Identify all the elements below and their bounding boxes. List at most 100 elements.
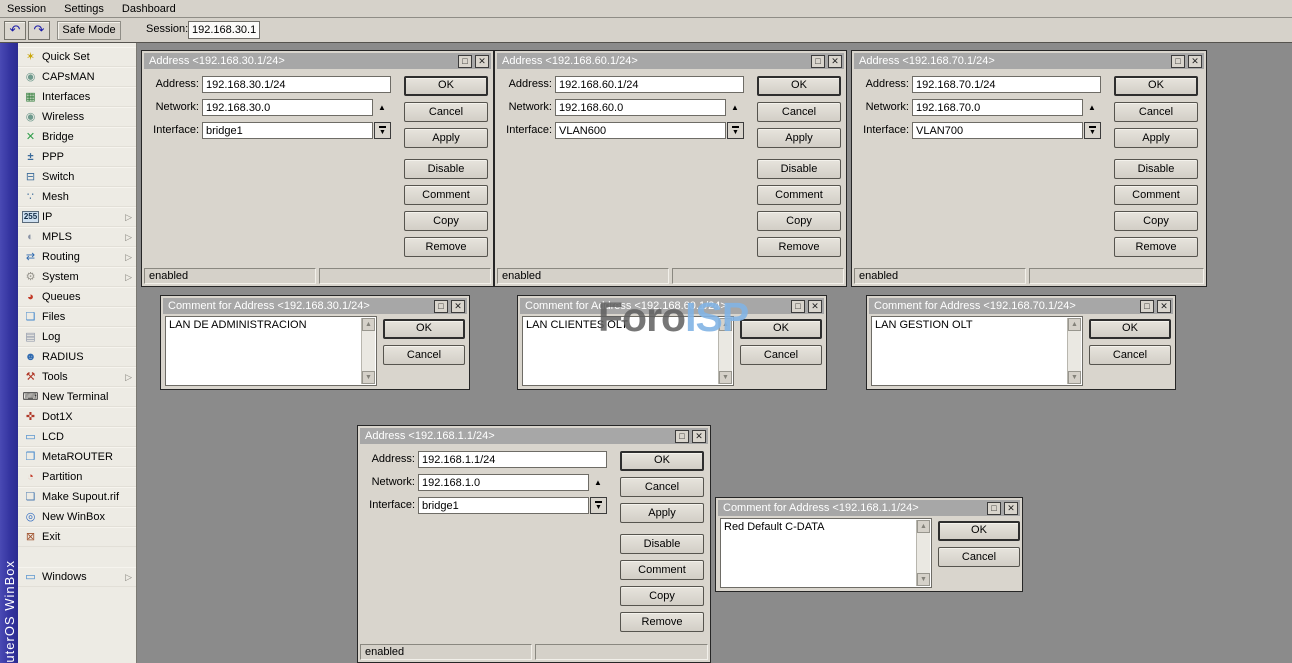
interface-input[interactable] (555, 122, 726, 139)
apply-button[interactable]: Apply (757, 128, 841, 148)
sidebar-item-make-supout-rif[interactable]: ❏Make Supout.rif (18, 487, 136, 507)
copy-button[interactable]: Copy (620, 586, 704, 606)
sidebar-item-quick-set[interactable]: ✶Quick Set (18, 47, 136, 67)
maximize-icon[interactable]: □ (675, 430, 689, 443)
window-titlebar[interactable]: Address <192.168.1.1/24> □ ✕ (360, 428, 708, 444)
sidebar-item-interfaces[interactable]: ▦Interfaces (18, 87, 136, 107)
scroll-down-icon[interactable]: ▼ (1068, 371, 1081, 384)
window-titlebar[interactable]: Address <192.168.60.1/24> □ ✕ (497, 53, 844, 69)
sidebar-item-system[interactable]: ⚙System▷ (18, 267, 136, 287)
sidebar-item-tools[interactable]: ⚒Tools▷ (18, 367, 136, 387)
ok-button[interactable]: OK (383, 319, 465, 339)
sidebar-item-partition[interactable]: ◔Partition (18, 467, 136, 487)
copy-button[interactable]: Copy (1114, 211, 1198, 231)
interface-input[interactable] (912, 122, 1083, 139)
sidebar-item-metarouter[interactable]: ❒MetaROUTER (18, 447, 136, 467)
sidebar-item-bridge[interactable]: ✕Bridge (18, 127, 136, 147)
interface-input[interactable] (202, 122, 373, 139)
remove-button[interactable]: Remove (757, 237, 841, 257)
sidebar-item-new-terminal[interactable]: ⌨New Terminal (18, 387, 136, 407)
copy-button[interactable]: Copy (404, 211, 488, 231)
interface-dropdown-button[interactable]: ▼ (1084, 122, 1101, 139)
maximize-icon[interactable]: □ (987, 502, 1001, 515)
address-input[interactable] (555, 76, 744, 93)
disable-button[interactable]: Disable (404, 159, 488, 179)
cancel-button[interactable]: Cancel (620, 477, 704, 497)
scroll-down-icon[interactable]: ▼ (362, 371, 375, 384)
close-icon[interactable]: ✕ (828, 55, 842, 68)
sidebar-item-mpls[interactable]: ◐MPLS▷ (18, 227, 136, 247)
sidebar-item-switch[interactable]: ⊟Switch (18, 167, 136, 187)
ok-button[interactable]: OK (620, 451, 704, 471)
safe-mode-button[interactable]: Safe Mode (57, 21, 121, 40)
menu-dashboard[interactable]: Dashboard (122, 3, 176, 15)
disable-button[interactable]: Disable (1114, 159, 1198, 179)
comment-textarea[interactable]: LAN DE ADMINISTRACION ▲ ▼ (165, 316, 377, 386)
scroll-up-icon[interactable]: ▲ (917, 520, 930, 533)
cancel-button[interactable]: Cancel (404, 102, 488, 122)
sidebar-item-files[interactable]: ❑Files (18, 307, 136, 327)
close-icon[interactable]: ✕ (475, 55, 489, 68)
sidebar-item-new-winbox[interactable]: ◎New WinBox (18, 507, 136, 527)
maximize-icon[interactable]: □ (1140, 300, 1154, 313)
cancel-button[interactable]: Cancel (938, 547, 1020, 567)
maximize-icon[interactable]: □ (811, 55, 825, 68)
spin-up-icon[interactable]: ▲ (378, 103, 386, 112)
ok-button[interactable]: OK (404, 76, 488, 96)
remove-button[interactable]: Remove (1114, 237, 1198, 257)
window-titlebar[interactable]: Address <192.168.70.1/24> □ ✕ (854, 53, 1204, 69)
menu-settings[interactable]: Settings (64, 3, 104, 15)
scroll-up-icon[interactable]: ▲ (719, 318, 732, 331)
apply-button[interactable]: Apply (404, 128, 488, 148)
scrollbar[interactable]: ▲ ▼ (718, 318, 732, 384)
network-input[interactable] (202, 99, 373, 116)
close-icon[interactable]: ✕ (808, 300, 822, 313)
maximize-icon[interactable]: □ (791, 300, 805, 313)
remove-button[interactable]: Remove (620, 612, 704, 632)
scrollbar[interactable]: ▲ ▼ (361, 318, 375, 384)
cancel-button[interactable]: Cancel (1089, 345, 1171, 365)
spin-up-icon[interactable]: ▲ (1088, 103, 1096, 112)
comment-textarea[interactable]: LAN GESTION OLT ▲ ▼ (871, 316, 1083, 386)
sidebar-item-wireless[interactable]: ◉Wireless (18, 107, 136, 127)
close-icon[interactable]: ✕ (451, 300, 465, 313)
window-titlebar[interactable]: Comment for Address <192.168.1.1/24> □ ✕ (718, 500, 1020, 516)
scroll-up-icon[interactable]: ▲ (362, 318, 375, 331)
window-titlebar[interactable]: Comment for Address <192.168.70.1/24> □ … (869, 298, 1173, 314)
sidebar-item-ip[interactable]: 255IP▷ (18, 207, 136, 227)
window-titlebar[interactable]: Comment for Address <192.168.30.1/24> □ … (163, 298, 467, 314)
ok-button[interactable]: OK (938, 521, 1020, 541)
comment-button[interactable]: Comment (757, 185, 841, 205)
close-icon[interactable]: ✕ (1188, 55, 1202, 68)
scroll-down-icon[interactable]: ▼ (917, 573, 930, 586)
ok-button[interactable]: OK (740, 319, 822, 339)
disable-button[interactable]: Disable (757, 159, 841, 179)
address-input[interactable] (418, 451, 607, 468)
spin-up-icon[interactable]: ▲ (731, 103, 739, 112)
cancel-button[interactable]: Cancel (757, 102, 841, 122)
copy-button[interactable]: Copy (757, 211, 841, 231)
session-field[interactable] (188, 21, 260, 39)
interface-dropdown-button[interactable]: ▼ (727, 122, 744, 139)
interface-input[interactable] (418, 497, 589, 514)
scrollbar[interactable]: ▲ ▼ (916, 520, 930, 586)
interface-dropdown-button[interactable]: ▼ (590, 497, 607, 514)
ok-button[interactable]: OK (757, 76, 841, 96)
sidebar-item-radius[interactable]: ☻RADIUS (18, 347, 136, 367)
sidebar-item-lcd[interactable]: ▭LCD (18, 427, 136, 447)
window-titlebar[interactable]: Comment for Address <192.168.60.1/24> □ … (520, 298, 824, 314)
sidebar-item-capsman[interactable]: ◉CAPsMAN (18, 67, 136, 87)
interface-dropdown-button[interactable]: ▼ (374, 122, 391, 139)
close-icon[interactable]: ✕ (1157, 300, 1171, 313)
comment-textarea[interactable]: LAN CLIENTES OLT ▲ ▼ (522, 316, 734, 386)
maximize-icon[interactable]: □ (458, 55, 472, 68)
comment-button[interactable]: Comment (404, 185, 488, 205)
sidebar-item-windows[interactable]: ▭Windows▷ (18, 567, 136, 587)
network-input[interactable] (418, 474, 589, 491)
comment-textarea[interactable]: Red Default C-DATA ▲ ▼ (720, 518, 932, 588)
comment-button[interactable]: Comment (620, 560, 704, 580)
sidebar-item-queues[interactable]: ◕Queues (18, 287, 136, 307)
maximize-icon[interactable]: □ (434, 300, 448, 313)
redo-button[interactable]: ↷ (28, 21, 50, 40)
ok-button[interactable]: OK (1089, 319, 1171, 339)
